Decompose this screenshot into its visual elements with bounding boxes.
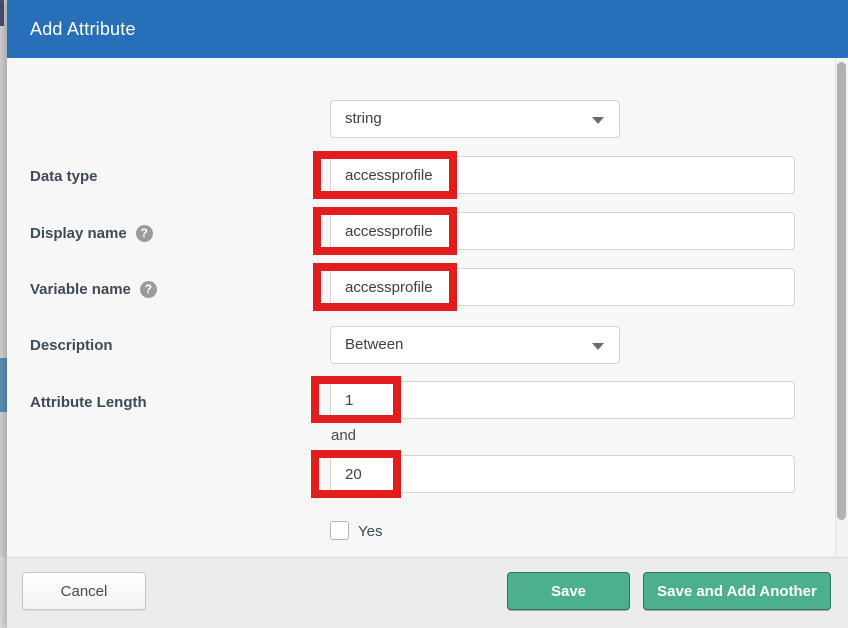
description-input[interactable]	[330, 268, 795, 306]
background-page-edge-dark	[0, 0, 4, 26]
display-name-label: Display name	[30, 225, 127, 242]
display-name-input[interactable]	[330, 156, 795, 194]
modal-scrollbar-track[interactable]	[835, 58, 848, 557]
field-row-variable-name: Variable name ?	[30, 281, 157, 298]
add-attribute-modal: Add Attribute Data type string Display n…	[7, 0, 848, 628]
description-label: Description	[30, 337, 113, 354]
variable-name-label: Variable name	[30, 281, 131, 298]
chevron-down-icon	[592, 117, 604, 124]
attribute-required-checkbox-label: Yes	[358, 523, 382, 540]
chevron-down-icon	[592, 343, 604, 350]
save-and-add-another-button[interactable]: Save and Add Another	[643, 572, 831, 610]
attribute-required-checkbox[interactable]	[330, 521, 349, 540]
help-icon[interactable]: ?	[140, 281, 157, 298]
background-page-edge-light	[0, 557, 7, 628]
modal-title: Add Attribute	[30, 19, 136, 40]
modal-body: Data type string Display name ? Variable…	[7, 58, 848, 557]
and-label: and	[331, 427, 356, 444]
attribute-length-min-input[interactable]	[330, 381, 795, 419]
cancel-button[interactable]: Cancel	[22, 572, 146, 610]
modal-footer: Cancel Save Save and Add Another	[7, 557, 848, 628]
data-type-select[interactable]: string	[330, 100, 620, 138]
variable-name-input[interactable]	[330, 212, 795, 250]
data-type-selected-value: string	[345, 110, 382, 127]
attribute-length-max-input[interactable]	[330, 455, 795, 493]
attribute-length-operator-value: Between	[345, 336, 403, 353]
save-button[interactable]: Save	[507, 572, 630, 610]
help-icon[interactable]: ?	[136, 225, 153, 242]
attribute-length-operator-select[interactable]: Between	[330, 326, 620, 364]
background-page-edge-blue	[0, 358, 7, 412]
field-row-data-type: Data type	[30, 168, 98, 185]
modal-scrollbar-thumb[interactable]	[837, 62, 846, 520]
field-row-description: Description	[30, 337, 113, 354]
field-row-display-name: Display name ?	[30, 225, 153, 242]
modal-header: Add Attribute	[7, 0, 848, 58]
data-type-label: Data type	[30, 168, 98, 185]
attribute-length-label: Attribute Length	[30, 394, 147, 411]
field-row-attribute-length: Attribute Length	[30, 394, 147, 411]
